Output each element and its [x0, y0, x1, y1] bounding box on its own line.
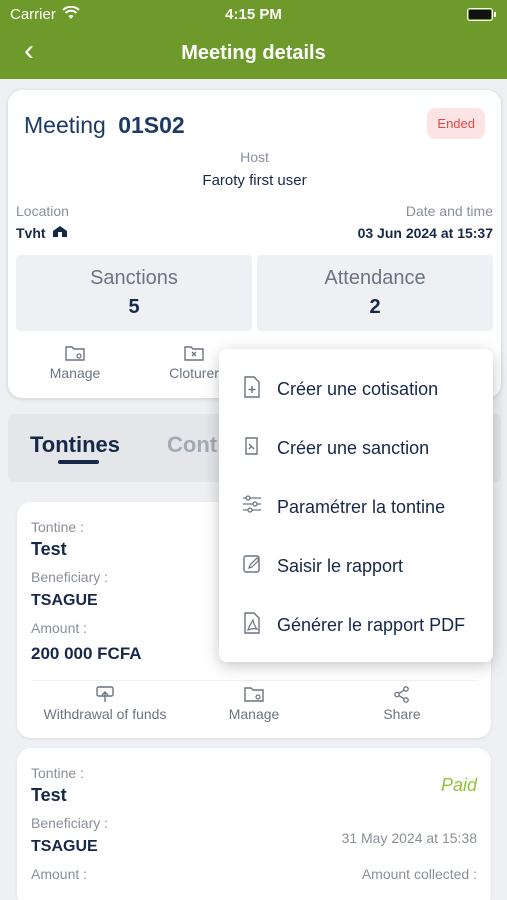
sanctions-count: 5	[128, 296, 140, 318]
meeting-code: 01S02	[118, 112, 185, 138]
withdrawal-button[interactable]: Withdrawal of funds	[31, 686, 179, 722]
menu-item-create-contribution[interactable]: Créer une cotisation	[219, 360, 493, 418]
location-text: Tvht	[16, 225, 46, 241]
sanctions-label: Sanctions	[90, 267, 178, 289]
menu-item-tontine-settings[interactable]: Paramétrer la tontine	[219, 478, 493, 536]
sliders-icon	[241, 494, 263, 516]
tontine-card[interactable]: Tontine : Test Paid Beneficiary : TSAGUE…	[17, 748, 491, 900]
beneficiary-value: TSAGUE	[31, 592, 98, 609]
manage-button[interactable]: Manage	[15, 345, 135, 381]
active-tab-indicator	[58, 460, 99, 464]
host-label: Host	[240, 149, 269, 165]
options-menu: Créer une cotisation Créer une sanction …	[219, 349, 493, 662]
share-button[interactable]: Share	[342, 686, 462, 722]
paid-badge: Paid	[440, 775, 477, 795]
menu-item-label: Créer une sanction	[277, 438, 430, 458]
tontine-label: Tontine :	[31, 519, 84, 535]
home-icon	[52, 226, 68, 241]
tontine-label: Tontine :	[31, 765, 84, 781]
datetime-value: 03 Jun 2024 at 15:37	[357, 225, 493, 241]
amount-label: Amount :	[31, 620, 88, 636]
tontine-manage-label: Manage	[228, 706, 280, 722]
datetime-label: Date and time	[405, 203, 493, 219]
host-name: Faroty first user	[202, 172, 307, 189]
battery-icon	[467, 8, 496, 21]
tontine-name: Test	[31, 539, 67, 559]
meeting-title: Meeting 01S02	[24, 112, 185, 139]
pdf-icon	[241, 612, 263, 634]
beneficiary-label: Beneficiary :	[31, 815, 109, 831]
menu-item-label: Paramétrer la tontine	[277, 497, 446, 517]
amount-value: 200 000 FCFA	[31, 644, 142, 663]
tontine-date: 31 May 2024 at 15:38	[341, 830, 477, 846]
menu-item-label: Créer une cotisation	[277, 379, 439, 399]
sanction-icon	[241, 435, 263, 457]
menu-item-enter-report[interactable]: Saisir le rapport	[219, 537, 493, 595]
tontine-name: Test	[31, 785, 67, 805]
card-divider	[31, 680, 477, 681]
tab-tontines[interactable]: Tontines	[30, 432, 120, 458]
status-badge: Ended	[427, 108, 485, 139]
header-bar: Carrier 4:15 PM ‹ Meeting details	[0, 0, 507, 79]
share-label: Share	[383, 706, 421, 722]
beneficiary-label: Beneficiary :	[31, 569, 109, 585]
menu-item-generate-pdf[interactable]: Générer le rapport PDF	[219, 596, 493, 654]
edit-report-icon	[241, 553, 263, 575]
withdrawal-label: Withdrawal of funds	[43, 706, 167, 722]
clock: 4:15 PM	[225, 6, 282, 23]
manage-label: Manage	[49, 365, 101, 381]
menu-item-create-sanction[interactable]: Créer une sanction	[219, 419, 493, 477]
sanctions-stat[interactable]: Sanctions 5	[16, 255, 252, 331]
status-bar: Carrier 4:15 PM	[10, 5, 497, 24]
attendance-stat[interactable]: Attendance 2	[257, 255, 493, 331]
page-title: Meeting details	[181, 42, 326, 64]
attendance-label: Attendance	[324, 267, 426, 289]
beneficiary-value: TSAGUE	[31, 838, 98, 855]
menu-item-label: Générer le rapport PDF	[277, 615, 466, 635]
file-add-icon	[241, 376, 263, 398]
location-value: Tvht	[16, 225, 68, 241]
attendance-count: 2	[369, 296, 381, 318]
amount-label: Amount :	[31, 866, 88, 882]
meeting-label: Meeting	[24, 112, 106, 138]
share-icon	[342, 686, 462, 706]
menu-item-label: Saisir le rapport	[277, 556, 404, 576]
tontine-manage-button[interactable]: Manage	[192, 686, 316, 722]
close-label: Cloturer	[169, 365, 219, 381]
withdraw-icon	[31, 686, 179, 706]
folder-gear-icon	[192, 686, 316, 706]
tab-contributions[interactable]: Cont	[167, 432, 217, 458]
amount-collected-label: Amount collected :	[361, 866, 477, 882]
location-label: Location	[16, 203, 69, 219]
folder-gear-icon	[15, 345, 135, 365]
